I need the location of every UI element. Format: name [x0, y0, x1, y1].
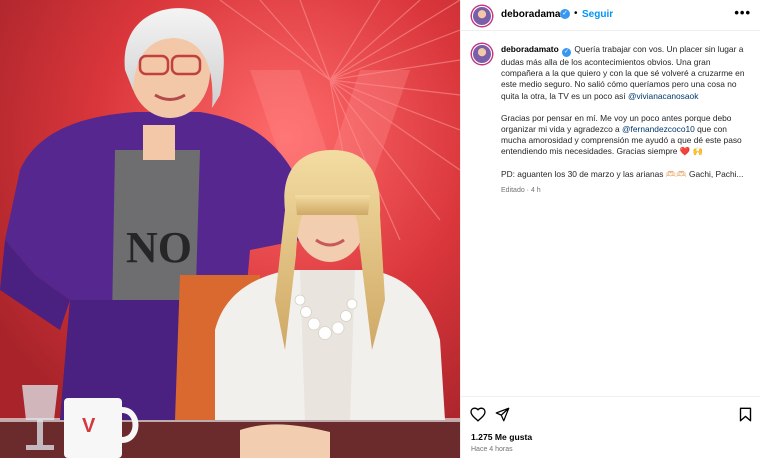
verified-badge-icon: ✓	[560, 9, 570, 19]
post-header: deboradamato ✓ • Seguir •••	[461, 0, 760, 31]
heart-icon[interactable]	[470, 407, 486, 427]
separator-dot: •	[574, 8, 578, 19]
shirt-print: NO	[126, 223, 192, 272]
mug-logo: V	[82, 415, 96, 437]
follow-button[interactable]: Seguir	[582, 9, 613, 20]
caption-paragraph-3: PD: aguanten los 30 de marzo y las arian…	[501, 168, 744, 179]
verified-badge-icon: ✓	[562, 48, 572, 57]
bookmark-icon[interactable]	[739, 407, 752, 427]
send-icon[interactable]	[495, 407, 510, 427]
post-image[interactable]: NO V	[0, 0, 460, 458]
caption-avatar[interactable]	[472, 44, 492, 64]
more-icon[interactable]: •••	[734, 5, 751, 20]
action-bar	[461, 396, 760, 432]
caption-username[interactable]: deboradamato	[501, 44, 559, 54]
likes-count[interactable]: 1.275 Me gusta	[471, 432, 532, 442]
avatar[interactable]	[472, 6, 492, 26]
mention-link[interactable]: @vivianacanosaok	[628, 91, 698, 101]
caption-text: deboradamato ✓ Quería trabajar con vos. …	[501, 44, 751, 196]
post-photo-illustration: NO V	[0, 0, 460, 458]
edited-timestamp: Editado · 4 h	[501, 186, 541, 194]
post-time[interactable]: Hace 4 horas	[471, 446, 513, 453]
mention-link[interactable]: @fernandezcoco10	[622, 124, 695, 134]
post-sidebar: deboradamato ✓ • Seguir ••• deboradamato…	[460, 0, 760, 458]
